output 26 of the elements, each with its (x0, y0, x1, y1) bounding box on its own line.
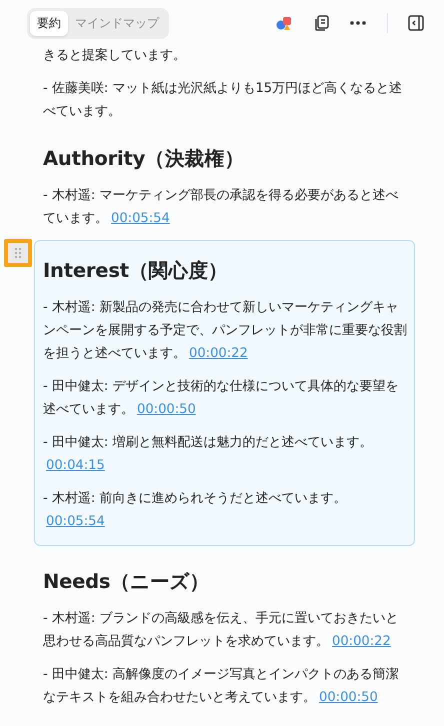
timestamp-link[interactable]: 00:00:22 (332, 634, 391, 649)
drag-handle[interactable] (4, 239, 32, 267)
summary-paragraph: - 田中健太: 高解像度のイメージ写真とインパクトのある簡潔なテキストを組み合わせたいと考えています。 00:00:50 (43, 666, 400, 707)
summary-paragraph: - 田中健太: デザインと技術的な仕様について具体的な要望を述べています。 00:00:50 (43, 378, 400, 419)
timestamp-link[interactable]: 00:05:54 (46, 514, 105, 529)
summary-paragraph: - 佐藤美咲: マット紙は光沢紙よりも15万円ほど高くなると述べています。 (43, 80, 404, 121)
summary-paragraph: - 田中健太: 増刷と無料配送は魅力的だと述べています。 00:04:15 (43, 434, 374, 475)
view-tab[interactable]: 要約 (30, 10, 68, 36)
timestamp-link[interactable]: 00:04:15 (46, 458, 105, 473)
timestamp-link[interactable]: 00:05:54 (111, 211, 170, 226)
summary-paragraph: - 木村遥: ブランドの高級感を伝え、手元に置いておきたいと思わせる高品質なパンフレットを求めています。 00:00:22 (43, 610, 400, 651)
more-icon[interactable] (349, 20, 367, 26)
summary-paragraph: - 木村遥: 前向きに進められそうだと述べています。 00:05:54 (43, 490, 348, 531)
copy-icon[interactable] (313, 14, 331, 32)
view-tab[interactable]: マインドマップ (68, 10, 166, 36)
sidebar-icon[interactable] (408, 15, 424, 31)
timestamp-link[interactable]: 00:00:50 (319, 690, 378, 705)
section-heading: Interest（関心度） (43, 258, 229, 284)
timestamp-link[interactable]: 00:00:22 (189, 346, 248, 361)
timestamp-link[interactable]: 00:00:50 (137, 402, 196, 417)
summary-paragraph: きると提案しています。 (43, 47, 187, 65)
section-heading: Needs（ニーズ） (43, 569, 210, 595)
summary-paragraph: - 木村遥: マーケティング部長の承認を得る必要があると述べています。 00:05:54 (43, 187, 400, 228)
summary-paragraph: - 木村遥: 新製品の発売に合わせて新しいマーケティングキャンペーンを展開する予定で、パンフレットが非常に重要な役割を担うと述べています。 00:00:22 (43, 299, 408, 363)
grip-icon (14, 247, 22, 259)
section-heading: Authority（決裁権） (43, 146, 246, 172)
